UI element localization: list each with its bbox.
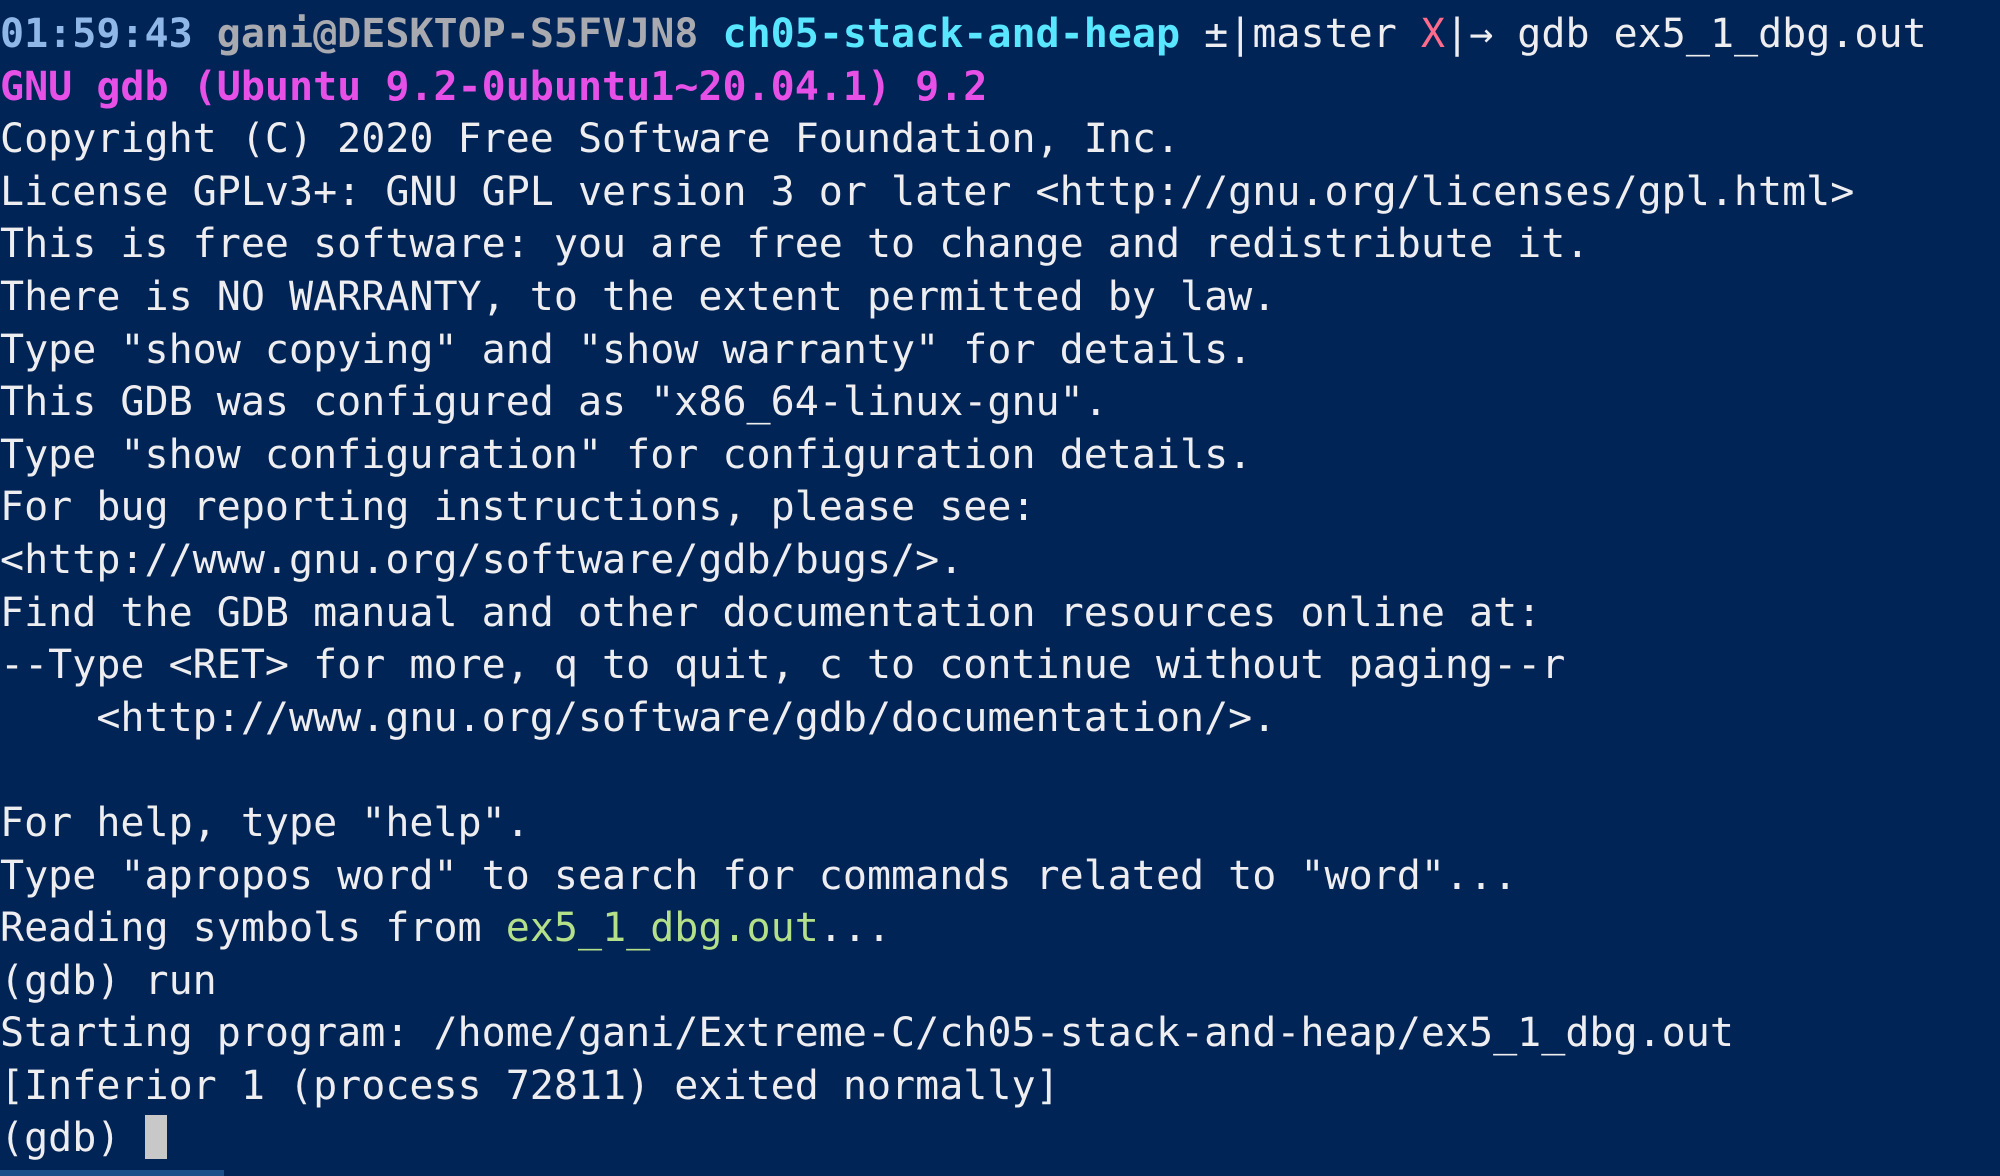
prompt-directory: ch05-stack-and-heap [722,11,1181,57]
gdb-prompt: (gdb) [0,1115,145,1162]
gdb-input-line[interactable]: (gdb) [0,1112,2000,1165]
output-line: Type "show configuration" for configurat… [0,431,1253,478]
prompt-branch-separator: | [1228,11,1253,57]
gdb-run-command-line: (gdb) run [0,957,217,1004]
output-line: Type "show copying" and "show warranty" … [0,326,1253,373]
shell-prompt-line: 01:59:43 gani@DESKTOP-S5FVJN8 ch05-stack… [0,8,2000,61]
starting-program-line: Starting program: /home/gani/Extreme-C/c… [0,1010,1734,1057]
output-line: This GDB was configured as "x86_64-linux… [0,379,1108,426]
reading-symbols-line: Reading symbols from ex5_1_dbg.out... [0,902,2000,955]
scrollbar-indicator[interactable] [0,1170,224,1176]
prompt-command: gdb ex5_1_dbg.out [1517,11,1927,57]
prompt-git-branch: master [1252,11,1397,57]
prompt-arrow: |→ [1445,11,1494,57]
output-line: There is NO WARRANTY, to the extent perm… [0,273,1277,320]
output-line: <http://www.gnu.org/software/gdb/documen… [0,694,1277,741]
output-line: For help, type "help". [0,799,530,846]
prompt-user-host: gani@DESKTOP-S5FVJN8 [216,11,699,57]
output-line: License GPLv3+: GNU GPL version 3 or lat… [0,168,1855,215]
exit-status-line: [Inferior 1 (process 72811) exited norma… [0,1062,1060,1109]
reading-filename: ex5_1_dbg.out [505,905,819,952]
reading-suffix: ... [818,905,892,952]
output-line: This is free software: you are free to c… [0,221,1590,268]
prompt-git-marker: ± [1204,11,1229,57]
gdb-banner: GNU gdb (Ubuntu 9.2-0ubuntu1~20.04.1) 9.… [0,63,988,110]
prompt-timestamp: 01:59:43 [0,11,193,57]
text-cursor [144,1115,167,1160]
output-line: Type "apropos word" to search for comman… [0,852,1518,899]
output-line: For bug reporting instructions, please s… [0,484,1036,531]
pager-prompt-line: --Type <RET> for more, q to quit, c to c… [0,642,1566,689]
output-line: Find the GDB manual and other documentat… [0,589,1542,636]
output-line: <http://www.gnu.org/software/gdb/bugs/>. [0,536,964,583]
prompt-dirty-mark: X [1420,11,1446,57]
output-line: Copyright (C) 2020 Free Software Foundat… [0,116,1181,163]
terminal-window[interactable]: 01:59:43 gani@DESKTOP-S5FVJN8 ch05-stack… [0,0,2000,1176]
reading-prefix: Reading symbols from [0,905,506,952]
